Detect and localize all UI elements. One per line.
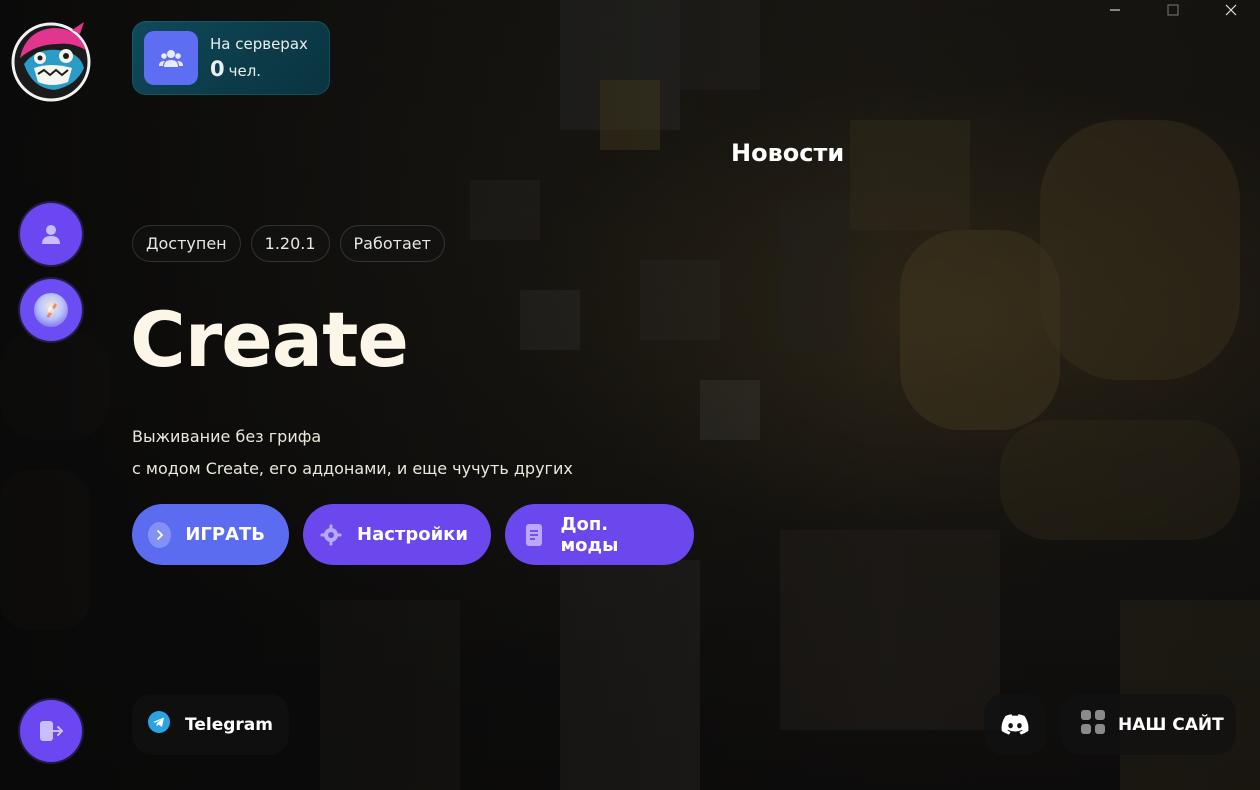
online-label: На серверах: [210, 35, 308, 53]
play-button[interactable]: ИГРАТЬ: [132, 504, 289, 565]
minimize-icon: [1110, 9, 1120, 11]
status-chip-state: Работает: [339, 225, 445, 262]
logout-icon: [40, 721, 64, 741]
news-title[interactable]: Новости: [731, 139, 844, 167]
website-label: НАШ САЙТ: [1118, 714, 1224, 735]
window-controls: [1086, 0, 1260, 20]
sidebar-item-logout[interactable]: [20, 700, 82, 762]
user-icon: [42, 225, 60, 244]
settings-button[interactable]: Настройки: [303, 504, 491, 565]
description-line-1: Выживание без грифа: [132, 427, 322, 446]
telegram-icon: [147, 710, 171, 739]
discord-link[interactable]: [984, 694, 1046, 755]
online-unit: чел.: [228, 62, 262, 80]
online-text: На серверах 0 чел.: [210, 35, 308, 81]
sidebar-item-server[interactable]: [20, 279, 82, 341]
discord-icon: [1001, 713, 1029, 735]
mods-label: Доп. моды: [560, 513, 619, 556]
online-counter-card: На серверах 0 чел.: [132, 21, 330, 95]
server-description: Выживание без грифа с модом Create, его …: [132, 421, 573, 485]
online-icon-box: [144, 31, 198, 85]
telegram-link[interactable]: Telegram: [132, 694, 289, 755]
maximize-button[interactable]: [1144, 0, 1202, 20]
mascot-logo-icon: [11, 22, 91, 102]
settings-label: Настройки: [357, 524, 469, 545]
users-icon: [159, 50, 183, 67]
close-button[interactable]: [1202, 0, 1260, 20]
website-link[interactable]: НАШ САЙТ: [1060, 694, 1236, 755]
description-line-2: с модом Create, его аддонами, и еще чучу…: [132, 459, 573, 478]
action-buttons: ИГРАТЬ Настройки Доп. моды: [132, 504, 694, 565]
gear-icon: [319, 522, 343, 548]
background-vignette: [0, 0, 1260, 790]
server-title: Create: [130, 295, 409, 384]
minimize-button[interactable]: [1086, 0, 1144, 20]
close-icon: [1225, 4, 1237, 16]
status-chip-version: 1.20.1: [250, 225, 330, 262]
server-avatar-icon: [34, 293, 68, 327]
maximize-icon: [1167, 4, 1179, 16]
telegram-label: Telegram: [185, 714, 273, 735]
background-scene: [0, 0, 1260, 790]
app-logo[interactable]: [6, 18, 96, 104]
online-count: 0: [210, 57, 225, 81]
status-chip-availability: Доступен: [132, 225, 241, 262]
online-count-line: 0 чел.: [210, 57, 308, 81]
sidebar-item-profile[interactable]: [20, 203, 82, 265]
server-status-chips: Доступен 1.20.1 Работает: [132, 225, 445, 262]
extra-mods-button[interactable]: Доп. моды: [505, 504, 694, 565]
document-icon: [521, 522, 546, 548]
chevron-right-icon: [148, 521, 172, 548]
play-label: ИГРАТЬ: [185, 524, 265, 545]
launcher-window: На серверах 0 чел. Новости Доступен 1.20.…: [0, 0, 1260, 790]
grid-icon: [1080, 709, 1106, 740]
